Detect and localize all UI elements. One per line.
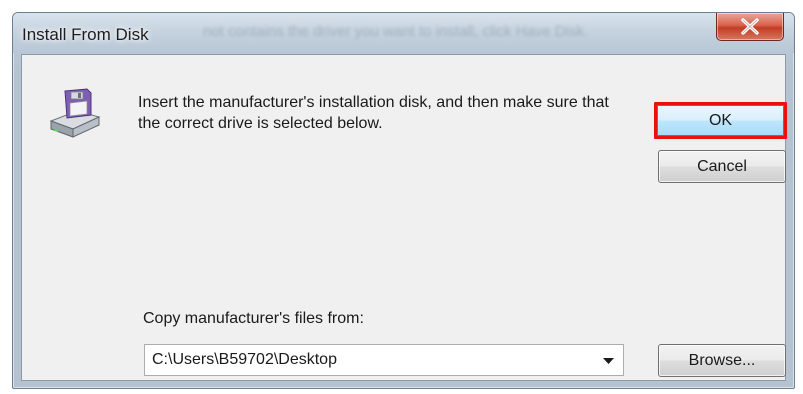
screenshot-frame: not contains the driver you want to inst… — [0, 0, 803, 394]
instruction-message: Insert the manufacturer's installation d… — [138, 94, 609, 132]
chevron-down-icon[interactable] — [603, 358, 614, 364]
title-bar[interactable]: not contains the driver you want to inst… — [13, 13, 794, 53]
floppy-disk-drive-icon — [49, 88, 101, 138]
ok-button[interactable]: OK — [654, 102, 787, 139]
close-button[interactable] — [716, 13, 784, 41]
browse-button[interactable]: Browse... — [658, 344, 786, 377]
background-window-text: not contains the driver you want to inst… — [203, 23, 589, 40]
install-from-disk-dialog: not contains the driver you want to inst… — [12, 12, 795, 389]
close-icon — [741, 18, 759, 35]
cancel-button[interactable]: Cancel — [658, 150, 786, 183]
source-path-value: C:\Users\B59702\Desktop — [152, 351, 337, 368]
window-title: Install From Disk — [22, 25, 149, 44]
source-path-combobox[interactable]: C:\Users\B59702\Desktop — [144, 344, 624, 376]
copy-from-label: Copy manufacturer's files from: — [143, 310, 364, 327]
dialog-client-area: Insert the manufacturer's installation d… — [21, 54, 787, 381]
